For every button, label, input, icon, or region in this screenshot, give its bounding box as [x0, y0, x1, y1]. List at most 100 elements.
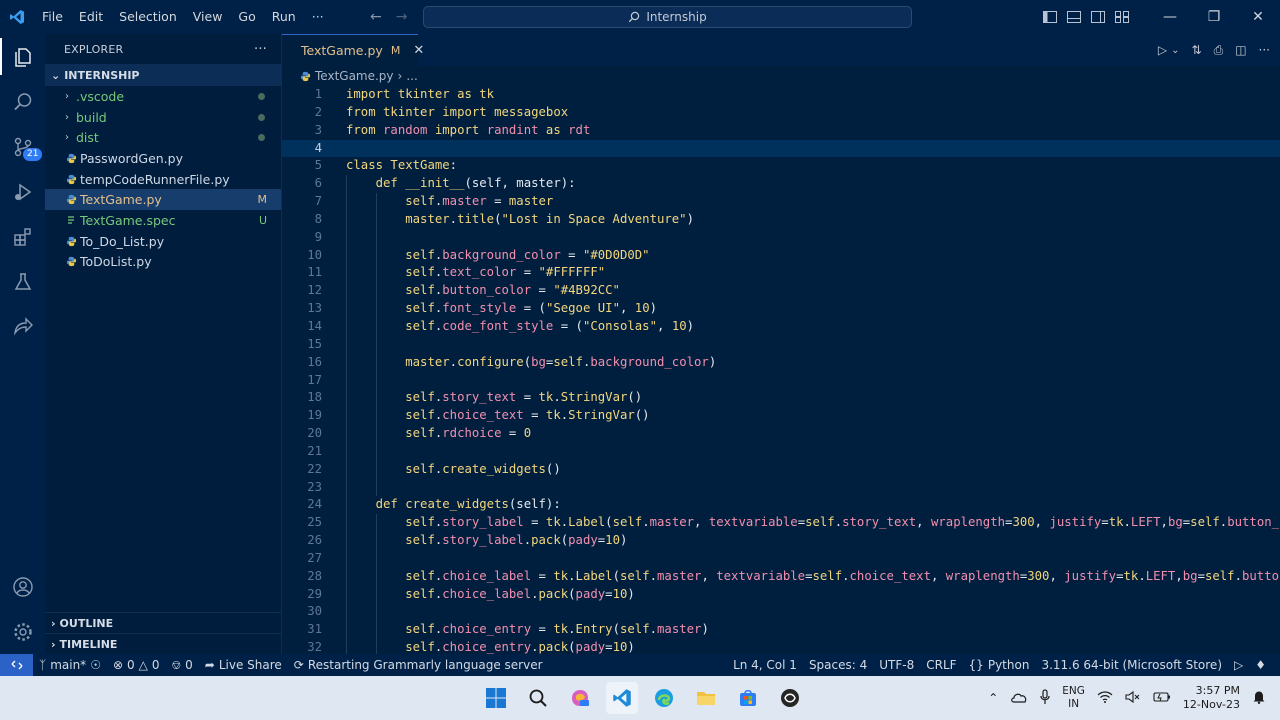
code-line[interactable]: 31 self.choice_entry = tk.Entry(self.mas…	[282, 621, 1280, 640]
file-item[interactable]: TextGame.py M	[45, 189, 281, 211]
code-line[interactable]: 19 self.choice_text = tk.StringVar()	[282, 407, 1280, 426]
split-editor-icon[interactable]: ◫	[1235, 43, 1246, 57]
code-line[interactable]: 4	[282, 139, 1280, 158]
project-section-header[interactable]: ⌄ INTERNSHIP	[45, 64, 281, 86]
menu-more[interactable]: ···	[304, 0, 332, 34]
code-line[interactable]: 13 self.font_style = ("Segoe UI", 10)	[282, 300, 1280, 318]
code-line[interactable]: 30	[282, 603, 1280, 622]
code-line[interactable]: 16 master.configure(bg=self.background_c…	[282, 353, 1280, 372]
live-share-status[interactable]: ➦ Live Share	[199, 658, 288, 672]
back-arrow-icon[interactable]: ←	[370, 9, 382, 25]
remote-indicator[interactable]	[0, 654, 33, 676]
problems-indicator[interactable]: ⊗ 0 △ 0	[107, 658, 166, 672]
line-endings[interactable]: CRLF	[920, 658, 962, 672]
menu-edit[interactable]: Edit	[71, 0, 111, 34]
code-line[interactable]: 28 self.choice_label = tk.Label(self.mas…	[282, 567, 1280, 586]
branch-indicator[interactable]: ᛉ main* ☉	[33, 658, 107, 672]
code-line[interactable]: 3 from random import randint as rdt	[282, 122, 1280, 140]
code-editor[interactable]: 1 import tkinter as tk 2 from tkinter impor…	[282, 86, 1280, 654]
code-line[interactable]: 22 self.create_widgets()	[282, 460, 1280, 479]
menu-go[interactable]: Go	[230, 0, 263, 34]
code-line[interactable]: 27	[282, 549, 1280, 568]
chevron-up-icon[interactable]: ⌃	[988, 691, 998, 705]
file-item[interactable]: TextGame.spec U	[45, 210, 281, 231]
onedrive-icon[interactable]	[1010, 691, 1028, 706]
file-item[interactable]: PasswordGen.py	[45, 148, 281, 169]
search-activity[interactable]	[0, 79, 45, 124]
code-line[interactable]: 17	[282, 371, 1280, 390]
file-item[interactable]: ToDoList.py	[45, 252, 281, 273]
battery-icon[interactable]	[1153, 691, 1171, 706]
edge-browser-icon[interactable]	[648, 682, 680, 714]
ports-indicator[interactable]: ⎊ 0	[166, 658, 199, 673]
code-line[interactable]: 32 self.choice_entry.pack(pady=10)	[282, 639, 1280, 654]
more-actions-icon[interactable]: ···	[1259, 43, 1270, 57]
file-item[interactable]: To_Do_List.py	[45, 231, 281, 252]
live-share-activity[interactable]	[0, 304, 45, 349]
timeline-section-header[interactable]: › TIMELINE	[45, 633, 281, 654]
run-debug-activity[interactable]	[0, 169, 45, 214]
menu-view[interactable]: View	[185, 0, 231, 34]
code-line[interactable]: 18 self.story_text = tk.StringVar()	[282, 389, 1280, 408]
code-line[interactable]: 1 import tkinter as tk	[282, 86, 1280, 104]
toggle-sidebar-icon[interactable]	[1038, 0, 1062, 34]
menu-selection[interactable]: Selection	[111, 0, 185, 34]
start-windows-icon[interactable]	[480, 682, 512, 714]
volume-muted-icon[interactable]	[1125, 690, 1141, 706]
microsoft-store-icon[interactable]	[732, 682, 764, 714]
clock[interactable]: 3:57 PM 12-Nov-23	[1183, 684, 1240, 712]
outline-section-header[interactable]: › OUTLINE	[45, 612, 281, 633]
code-line[interactable]: 21	[282, 442, 1280, 461]
minimize-icon[interactable]: —	[1148, 0, 1192, 34]
file-item[interactable]: tempCodeRunnerFile.py	[45, 169, 281, 190]
code-line[interactable]: 7 self.master = master	[282, 193, 1280, 211]
breadcrumb-file[interactable]: TextGame.py	[315, 69, 394, 83]
code-line[interactable]: 25 self.story_label = tk.Label(self.mast…	[282, 514, 1280, 533]
cursor-position[interactable]: Ln 4, Col 1	[727, 658, 803, 672]
run-icon[interactable]: ▷	[1228, 658, 1249, 672]
notifications-bell-icon[interactable]: ♦	[1249, 658, 1272, 672]
manage-activity[interactable]	[0, 609, 45, 654]
language-mode[interactable]: {} Python	[963, 658, 1036, 672]
app-dark-circle-icon[interactable]	[774, 682, 806, 714]
tab-textgame[interactable]: TextGame.py M ✕	[282, 34, 424, 66]
code-line[interactable]: 12 self.button_color = "#4B92CC"	[282, 282, 1280, 301]
microphone-icon[interactable]	[1040, 688, 1050, 708]
breadcrumb-symbols[interactable]: ...	[406, 69, 417, 83]
print-icon[interactable]: ⎙	[1214, 43, 1224, 58]
notification-bell-icon[interactable]	[1252, 690, 1266, 707]
explorer-more-icon[interactable]: ···	[254, 42, 267, 57]
extensions-activity[interactable]	[0, 214, 45, 259]
wifi-icon[interactable]	[1097, 690, 1113, 706]
code-line[interactable]: 23	[282, 478, 1280, 497]
source-control-activity[interactable]: 21	[0, 124, 45, 169]
file-explorer-icon[interactable]	[690, 682, 722, 714]
restore-icon[interactable]: ❐	[1192, 0, 1236, 34]
code-line[interactable]: 9	[282, 228, 1280, 247]
testing-activity[interactable]	[0, 259, 45, 304]
command-center-search[interactable]: Internship	[423, 6, 912, 28]
code-line[interactable]: 20 self.rdchoice = 0	[282, 425, 1280, 443]
code-line[interactable]: 14 self.code_font_style = ("Consolas", 1…	[282, 317, 1280, 336]
accounts-activity[interactable]	[0, 564, 45, 609]
forward-arrow-icon[interactable]: →	[396, 9, 408, 25]
code-line[interactable]: 5 class TextGame:	[282, 157, 1280, 175]
menu-file[interactable]: File	[34, 0, 71, 34]
code-line[interactable]: 2 from tkinter import messagebox	[282, 104, 1280, 122]
code-line[interactable]: 8 master.title("Lost in Space Adventure"…	[282, 210, 1280, 229]
code-line[interactable]: 11 self.text_color = "#FFFFFF"	[282, 264, 1280, 283]
code-line[interactable]: 15	[282, 335, 1280, 354]
folder-item[interactable]: › .vscode	[45, 86, 281, 107]
run-python-icon[interactable]: ▷	[1158, 43, 1167, 57]
code-line[interactable]: 26 self.story_label.pack(pady=10)	[282, 532, 1280, 550]
toggle-panel-icon[interactable]	[1062, 0, 1086, 34]
customize-layout-icon[interactable]	[1110, 0, 1134, 34]
input-language[interactable]: ENG IN	[1062, 685, 1085, 711]
folder-item[interactable]: › dist	[45, 127, 281, 148]
explorer-activity[interactable]	[0, 34, 45, 79]
code-line[interactable]: 10 self.background_color = "#0D0D0D"	[282, 246, 1280, 265]
python-interpreter[interactable]: 3.11.6 64-bit (Microsoft Store)	[1035, 658, 1228, 672]
toggle-secondary-sidebar-icon[interactable]	[1086, 0, 1110, 34]
close-window-icon[interactable]: ✕	[1236, 0, 1280, 34]
folder-item[interactable]: › build	[45, 107, 281, 128]
